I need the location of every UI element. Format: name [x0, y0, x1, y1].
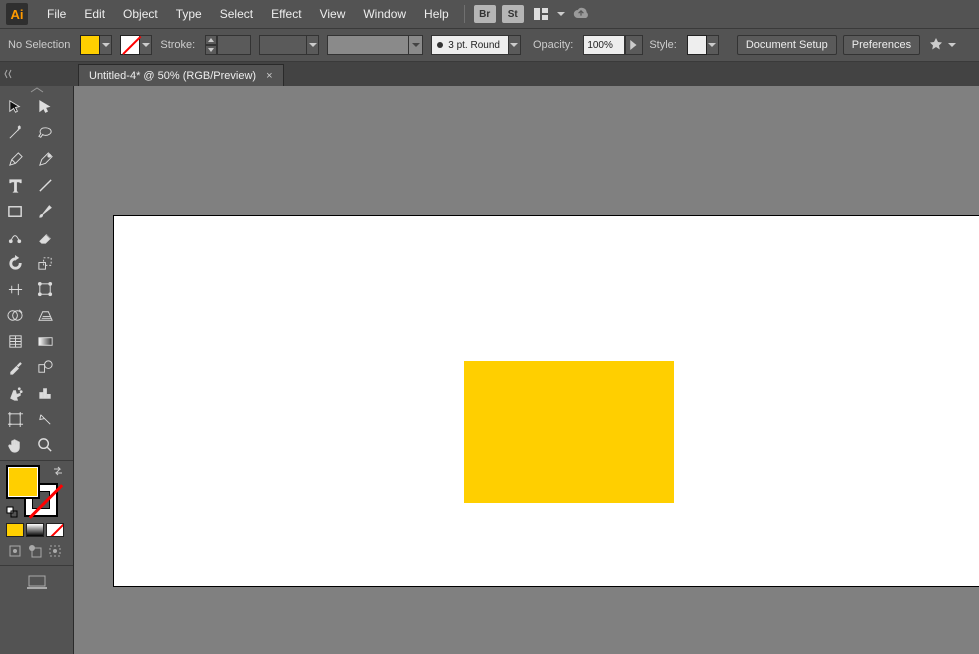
brush-profile-dropdown[interactable]: [509, 35, 521, 55]
style-label: Style:: [649, 39, 677, 51]
rectangle-tool[interactable]: [0, 198, 30, 224]
eyedropper-tool[interactable]: [0, 354, 30, 380]
slice-tool[interactable]: [30, 406, 60, 432]
eraser-tool[interactable]: [30, 224, 60, 250]
artboard-tool[interactable]: [0, 406, 30, 432]
menu-divider: [464, 5, 465, 23]
lasso-tool[interactable]: [30, 120, 60, 146]
perspective-grid-tool[interactable]: [30, 302, 60, 328]
opacity-input[interactable]: 100%: [583, 35, 625, 55]
menu-object[interactable]: Object: [114, 0, 167, 28]
selection-status: No Selection: [8, 39, 70, 51]
curvature-tool[interactable]: [30, 146, 60, 172]
color-mode-row: [0, 521, 73, 539]
fill-control[interactable]: [80, 35, 112, 55]
stroke-weight-stepper[interactable]: [205, 35, 217, 55]
shape-builder-tool[interactable]: [0, 302, 30, 328]
rectangle-shape[interactable]: [464, 361, 674, 503]
zoom-tool[interactable]: [30, 432, 60, 458]
default-fill-stroke-icon[interactable]: [6, 506, 18, 521]
color-mode-gradient[interactable]: [26, 523, 44, 537]
style-swatch[interactable]: [687, 35, 707, 55]
gradient-tool[interactable]: [30, 328, 60, 354]
blend-tool[interactable]: [30, 354, 60, 380]
gpu-performance-icon[interactable]: [570, 5, 592, 23]
free-transform-tool[interactable]: [30, 276, 60, 302]
draw-inside-icon[interactable]: [46, 543, 64, 559]
artboard[interactable]: [114, 216, 979, 586]
tools-collapse-icon[interactable]: [0, 86, 73, 94]
menu-file[interactable]: File: [38, 0, 75, 28]
stroke-weight-input[interactable]: [217, 35, 251, 55]
align-control[interactable]: [928, 35, 958, 55]
type-tool[interactable]: [0, 172, 30, 198]
variable-width-profile[interactable]: [259, 35, 319, 55]
hand-tool[interactable]: [0, 432, 30, 458]
stroke-control[interactable]: [120, 35, 152, 55]
document-tab-title: Untitled-4* @ 50% (RGB/Preview): [89, 70, 256, 82]
mesh-tool[interactable]: [0, 328, 30, 354]
menu-window[interactable]: Window: [354, 0, 415, 28]
width-tool[interactable]: [0, 276, 30, 302]
stroke-dropdown[interactable]: [140, 35, 152, 55]
menu-effect[interactable]: Effect: [262, 0, 310, 28]
screen-mode-row[interactable]: [0, 568, 73, 596]
align-dropdown[interactable]: [946, 35, 958, 55]
brush-profile-control[interactable]: 3 pt. Round: [431, 35, 521, 55]
color-mode-none[interactable]: [46, 523, 64, 537]
menu-edit[interactable]: Edit: [75, 0, 114, 28]
width-profile-dropdown[interactable]: [307, 35, 319, 55]
close-tab-icon[interactable]: ×: [266, 70, 272, 82]
graphic-style-control[interactable]: [687, 35, 719, 55]
line-segment-tool[interactable]: [30, 172, 60, 198]
shaper-tool[interactable]: [0, 224, 30, 250]
pen-tool[interactable]: [0, 146, 30, 172]
preferences-button[interactable]: Preferences: [843, 35, 920, 55]
canvas-area[interactable]: [74, 86, 979, 654]
brush-profile-value: 3 pt. Round: [444, 40, 504, 51]
symbol-sprayer-tool[interactable]: [0, 380, 30, 406]
control-bar: No Selection Stroke: 3 pt. Round Opacity: [0, 28, 979, 62]
menu-select[interactable]: Select: [211, 0, 262, 28]
tools-panel: [0, 86, 74, 654]
panel-collapse-strip[interactable]: [0, 62, 74, 86]
menu-type[interactable]: Type: [167, 0, 211, 28]
fill-indicator[interactable]: [6, 465, 40, 499]
document-tab[interactable]: Untitled-4* @ 50% (RGB/Preview) ×: [78, 64, 284, 86]
opacity-dropdown[interactable]: [625, 35, 643, 55]
draw-behind-icon[interactable]: [26, 543, 44, 559]
stroke-swatch[interactable]: [120, 35, 140, 55]
document-setup-button[interactable]: Document Setup: [737, 35, 837, 55]
document-tab-bar: Untitled-4* @ 50% (RGB/Preview) ×: [0, 62, 979, 86]
column-graph-tool[interactable]: [30, 380, 60, 406]
color-mode-solid[interactable]: [6, 523, 24, 537]
swap-fill-stroke-icon[interactable]: [52, 465, 64, 480]
stroke-weight-control[interactable]: [205, 35, 251, 55]
rotate-tool[interactable]: [0, 250, 30, 276]
menu-help[interactable]: Help: [415, 0, 458, 28]
brush-definition[interactable]: [327, 35, 423, 55]
fill-swatch[interactable]: [80, 35, 100, 55]
style-dropdown[interactable]: [707, 35, 719, 55]
opacity-label: Opacity:: [533, 39, 573, 51]
paintbrush-tool[interactable]: [30, 198, 60, 224]
fill-stroke-control[interactable]: [6, 465, 66, 521]
fill-dropdown[interactable]: [100, 35, 112, 55]
bridge-button[interactable]: Br: [474, 5, 496, 23]
magic-wand-tool[interactable]: [0, 120, 30, 146]
arrange-documents-icon[interactable]: [530, 5, 552, 23]
scale-tool[interactable]: [30, 250, 60, 276]
draw-normal-icon[interactable]: [6, 543, 24, 559]
menu-bar: Ai File Edit Object Type Select Effect V…: [0, 0, 979, 28]
app-logo[interactable]: Ai: [6, 3, 28, 25]
draw-mode-row: [0, 539, 73, 563]
direct-selection-tool[interactable]: [30, 94, 60, 120]
stock-button[interactable]: St: [502, 5, 524, 23]
arrange-dropdown[interactable]: [555, 4, 567, 24]
menu-view[interactable]: View: [311, 0, 355, 28]
selection-tool[interactable]: [0, 94, 30, 120]
stroke-label: Stroke:: [160, 39, 195, 51]
